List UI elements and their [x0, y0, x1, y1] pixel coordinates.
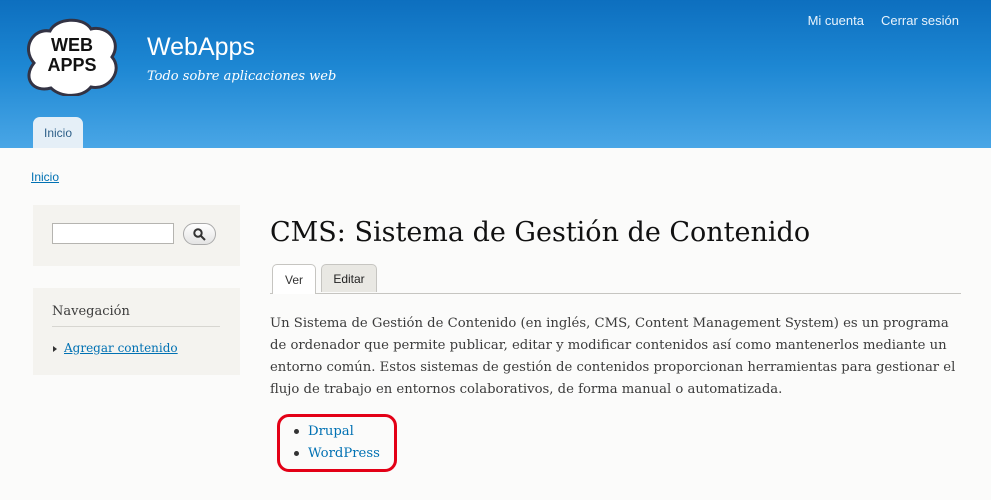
logout-link[interactable]: Cerrar sesión: [881, 13, 959, 28]
site-slogan: Todo sobre aplicaciones web: [147, 69, 337, 84]
navigation-title: Navegación: [52, 304, 220, 327]
site-header: WEB APPS WebApps Todo sobre aplicaciones…: [0, 0, 991, 148]
search-button[interactable]: [183, 223, 216, 245]
tab-view[interactable]: Ver: [272, 264, 316, 294]
tab-home[interactable]: Inicio: [33, 117, 83, 148]
search-icon: [193, 227, 206, 241]
my-account-link[interactable]: Mi cuenta: [808, 13, 864, 28]
triangle-right-icon: [53, 345, 57, 352]
add-content-link[interactable]: Agregar contenido: [53, 341, 178, 355]
tab-edit[interactable]: Editar: [321, 264, 377, 292]
breadcrumb-home[interactable]: Inicio: [31, 170, 59, 184]
navigation-block: Navegación Agregar contenido: [33, 288, 240, 375]
article-body: Un Sistema de Gestión de Contenido (en i…: [270, 316, 956, 397]
webapps-logo[interactable]: WEB APPS: [26, 18, 118, 96]
svg-text:APPS: APPS: [47, 55, 96, 75]
secondary-menu: Mi cuenta Cerrar sesión: [808, 13, 959, 28]
search-input[interactable]: [52, 223, 174, 244]
svg-text:WEB: WEB: [51, 35, 93, 55]
add-content-label: Agregar contenido: [64, 341, 178, 355]
highlight-box: [277, 414, 397, 472]
page-title: CMS: Sistema de Gestión de Contenido: [270, 217, 811, 248]
search-block: [33, 205, 240, 266]
site-name[interactable]: WebApps: [147, 33, 255, 62]
content-tabs: Ver Editar: [270, 264, 961, 294]
